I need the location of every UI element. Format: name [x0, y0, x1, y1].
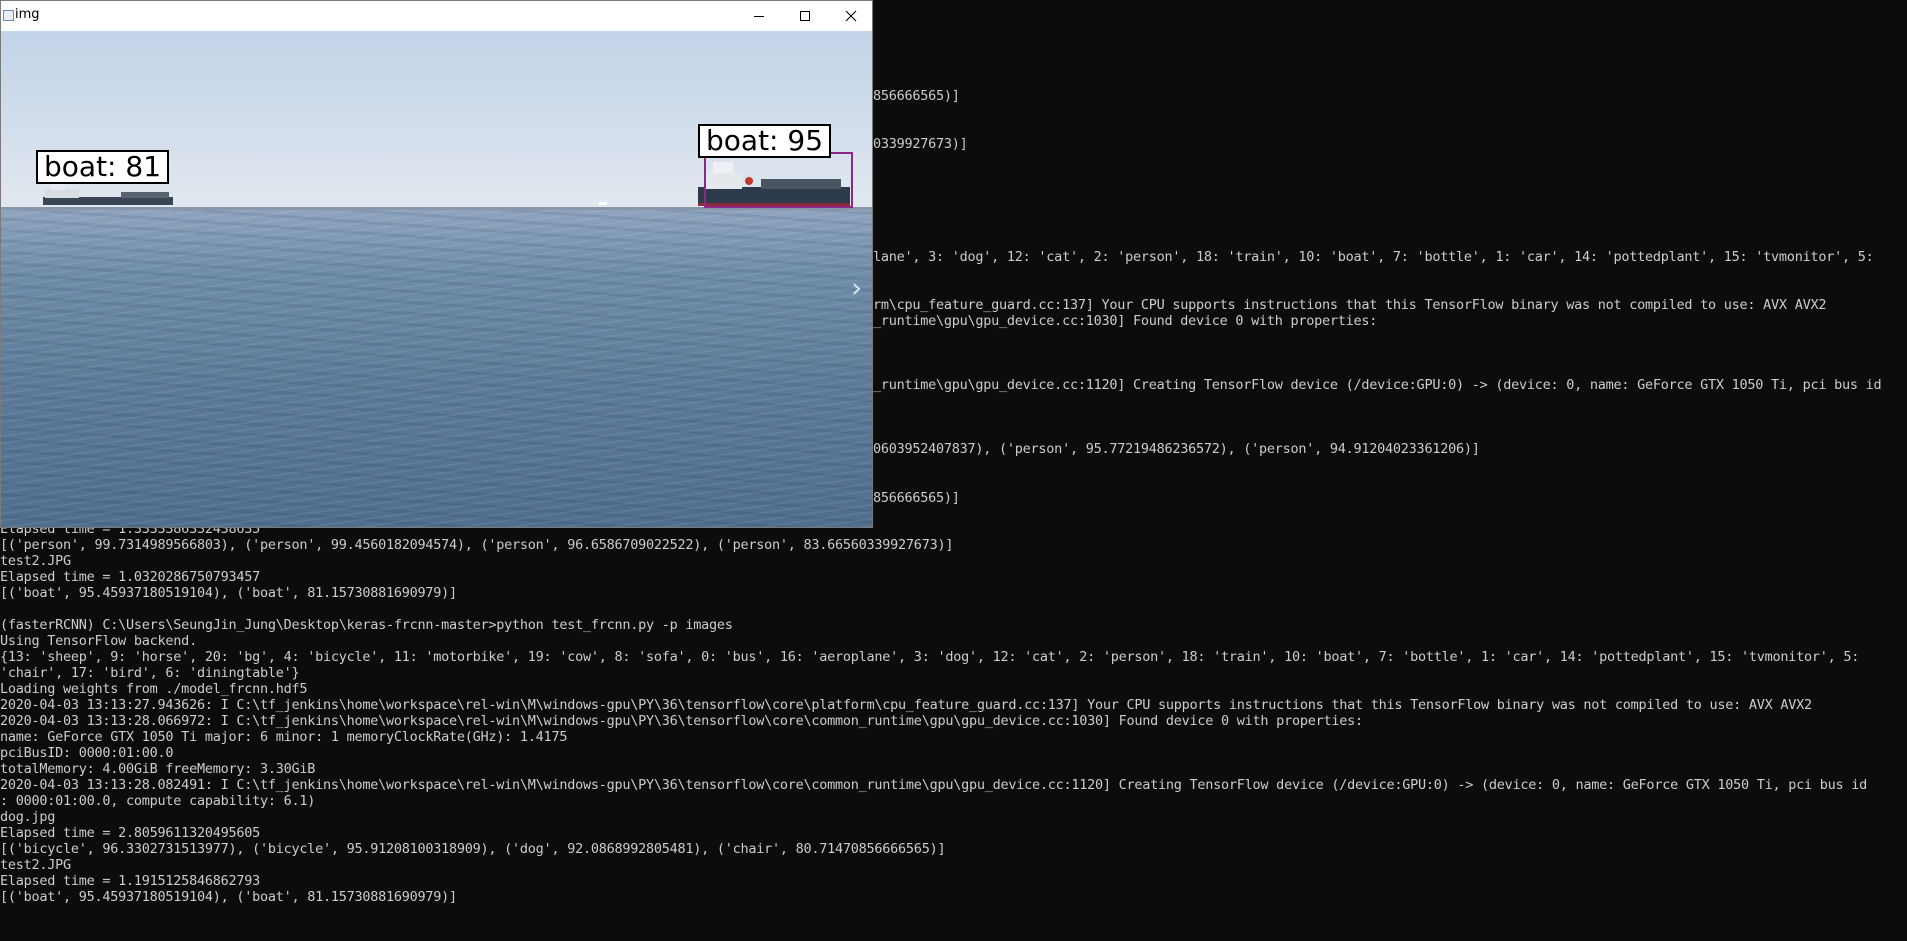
detection-label: boat: 95 [698, 124, 832, 158]
console-line: : 0000:01:00.0, compute capability: 6.1) [0, 793, 316, 809]
minimize-icon [754, 16, 764, 17]
console-line: Using TensorFlow backend. [0, 633, 197, 649]
console-line: Elapsed time = 2.8059611320495605 [0, 825, 260, 841]
console-line: {13: 'sheep', 9: 'horse', 20: 'bg', 4: '… [0, 649, 1860, 665]
console-line: 0339927673)] [873, 136, 968, 152]
console-line: lane', 3: 'dog', 12: 'cat', 2: 'person',… [873, 249, 1874, 265]
console-line: 'chair', 17: 'bird', 6: 'diningtable'} [0, 665, 300, 681]
console-line: pciBusID: 0000:01:00.0 [0, 745, 174, 761]
window-app-icon [3, 10, 14, 21]
console-line: dog.jpg [0, 809, 56, 825]
ships-illustration [1, 162, 872, 210]
console-line: Elapsed time = 1.1915125846862793 [0, 873, 260, 889]
console-line: Elapsed time = 1.0320286750793457 [0, 569, 260, 585]
close-button[interactable] [828, 1, 872, 31]
close-icon [845, 10, 857, 22]
console-line: test2.JPG [0, 857, 71, 873]
minimize-button[interactable] [736, 1, 782, 31]
console-line: [('bicycle', 96.3302731513977), ('bicycl… [0, 841, 946, 857]
console-line: 856666565)] [873, 88, 960, 104]
console-line: 2020-04-03 13:13:27.943626: I C:\tf_jenk… [0, 697, 1812, 713]
chevron-right-icon[interactable]: › [851, 271, 862, 304]
console-line: 0603952407837), ('person', 95.7721948623… [873, 441, 1480, 457]
maximize-button[interactable] [782, 1, 828, 31]
console-line: 856666565)] [873, 490, 960, 506]
window-title: img [15, 7, 40, 22]
detection-image: boat: 81 boat: 95 › [1, 31, 872, 527]
console-line: 2020-04-03 13:13:28.066972: I C:\tf_jenk… [0, 713, 1363, 729]
console-line: test2.JPG [0, 553, 71, 569]
console-line: rm\cpu_feature_guard.cc:137] Your CPU su… [873, 297, 1827, 313]
console-line: name: GeForce GTX 1050 Ti major: 6 minor… [0, 729, 568, 745]
console-line: _runtime\gpu\gpu_device.cc:1030] Found d… [873, 313, 1378, 329]
maximize-icon [800, 11, 810, 21]
console-line: 2020-04-03 13:13:28.082491: I C:\tf_jenk… [0, 777, 1868, 793]
console-line: totalMemory: 4.00GiB freeMemory: 3.30GiB [0, 761, 316, 777]
console-line: _runtime\gpu\gpu_device.cc:1120] Creatin… [873, 377, 1882, 393]
console-line: [('boat', 95.45937180519104), ('boat', 8… [0, 585, 457, 601]
command-prompt-line: (fasterRCNN) C:\Users\SeungJin_Jung\Desk… [0, 617, 733, 633]
console-line: [('boat', 95.45937180519104), ('boat', 8… [0, 889, 457, 905]
window-titlebar[interactable]: img [1, 1, 872, 31]
detection-box [704, 152, 853, 208]
detection-label: boat: 81 [36, 150, 170, 184]
image-window[interactable]: img boat: 81 boat: 95 › [0, 0, 873, 528]
console-line: Loading weights from ./model_frcnn.hdf5 [0, 681, 308, 697]
console-line: [('person', 99.7314989566803), ('person'… [0, 537, 954, 553]
